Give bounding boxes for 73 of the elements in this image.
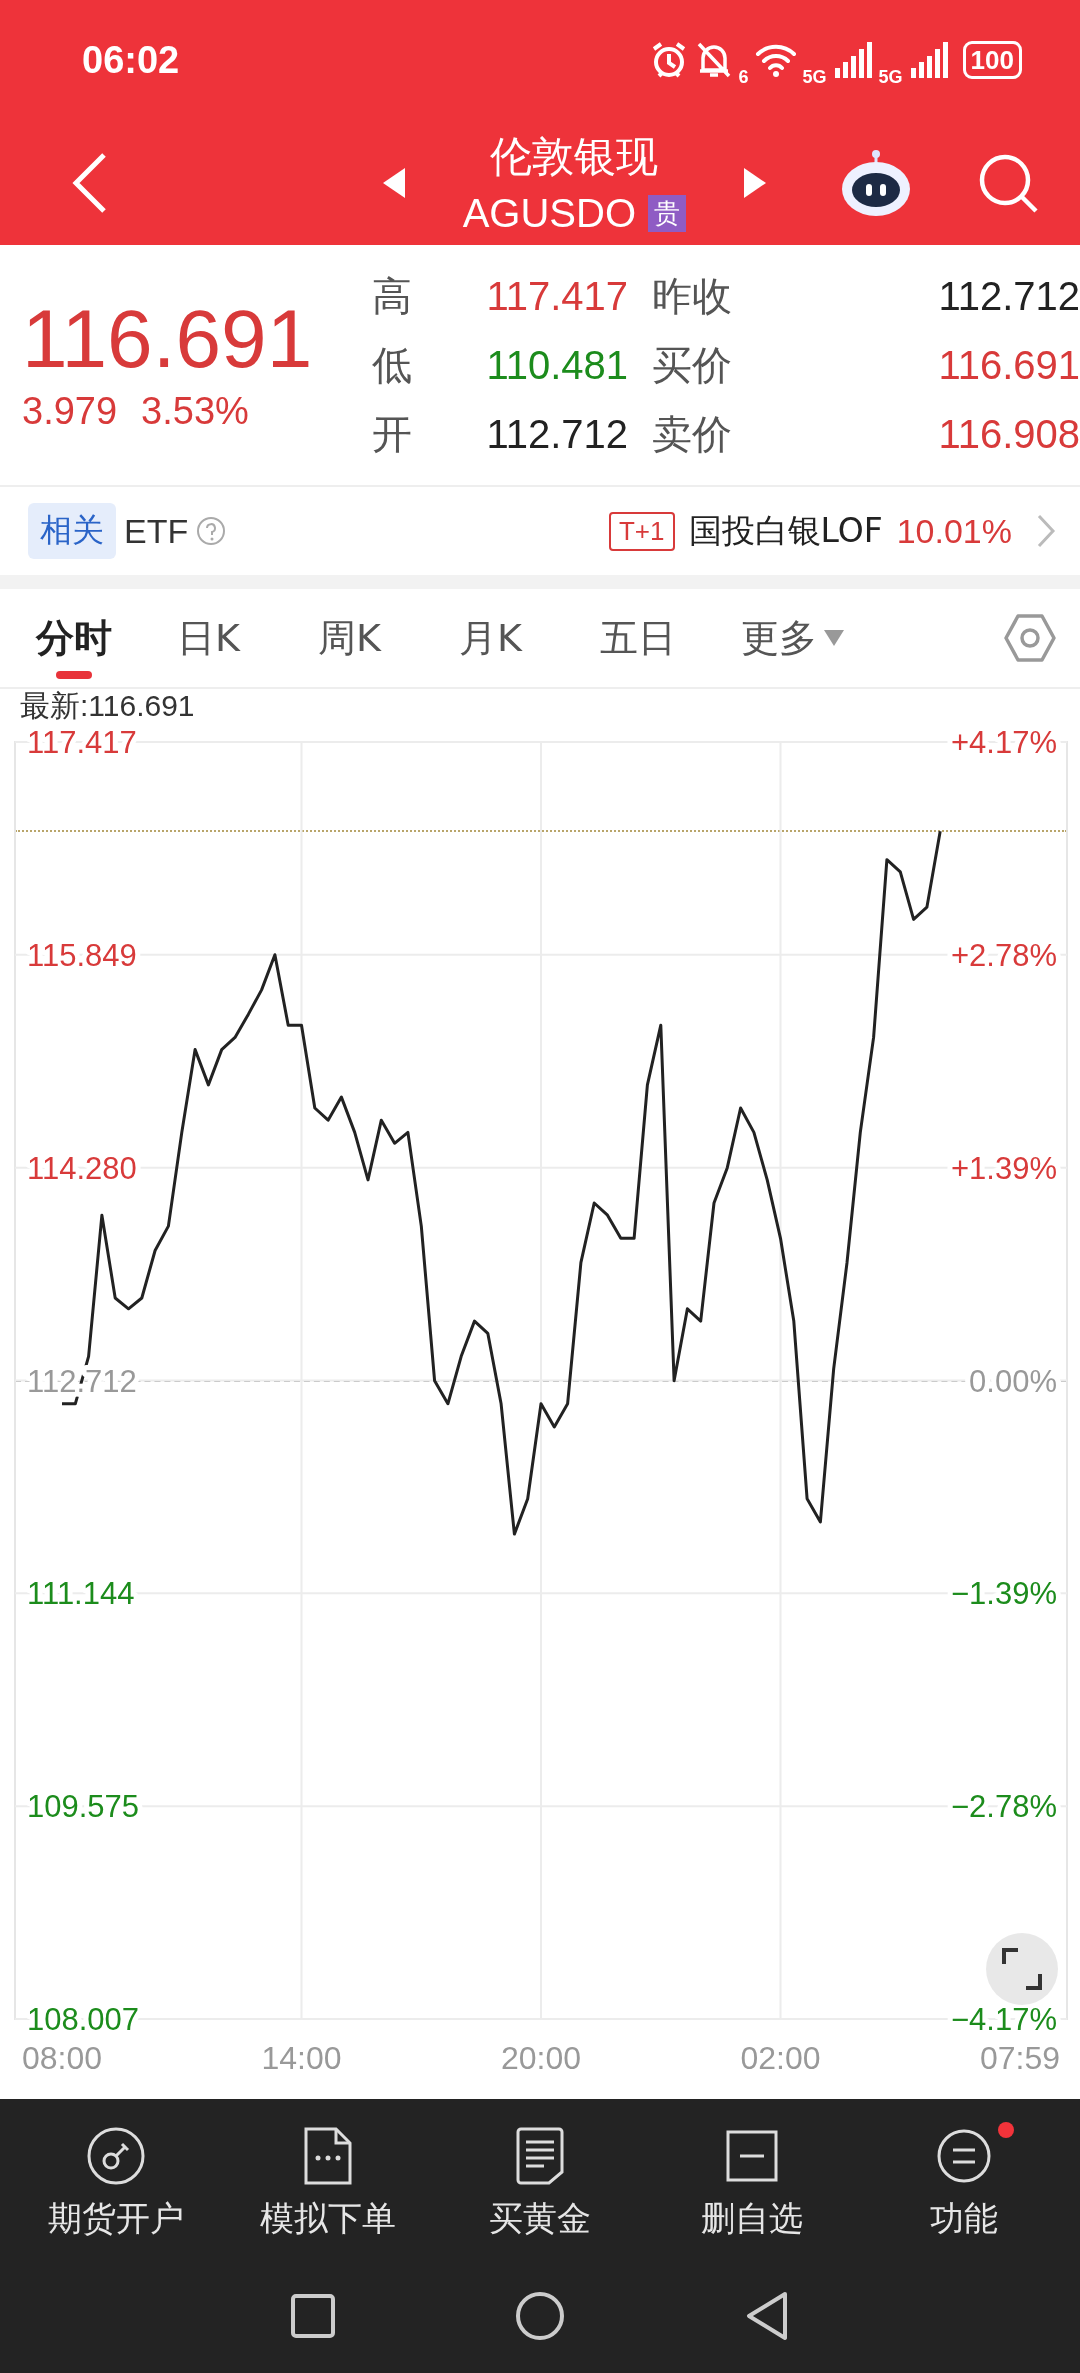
percent-axis-label: 0.00% (969, 1363, 1057, 1399)
price-axis-label: 117.417 (27, 725, 137, 760)
category-tag: 贵 (648, 195, 686, 232)
home-button[interactable] (515, 2291, 565, 2341)
menu-icon (936, 2128, 992, 2184)
network-type-label: 5G (802, 66, 827, 88)
signal-bars-icon (832, 42, 873, 78)
percent-axis-label: −1.39% (951, 1576, 1057, 1612)
stat-label: 高 (372, 271, 413, 321)
percent-axis-label: +1.39% (951, 1150, 1057, 1186)
bottom-nav-item[interactable]: 买黄金 (440, 2126, 640, 2242)
stat-label: 昨收 (652, 271, 733, 321)
period-tab[interactable]: 五日 (600, 589, 741, 687)
etf-label: ETF (124, 511, 189, 551)
stat-value: 110.481 (485, 342, 629, 388)
instrument-code: AGUSDO (462, 191, 636, 236)
back-nav-button[interactable] (745, 2291, 789, 2341)
status-time: 06:02 (82, 38, 180, 82)
period-tab[interactable]: 分时 (36, 589, 177, 687)
time-axis-label: 14:00 (261, 2040, 342, 2076)
bottom-nav-item[interactable]: 功能 (864, 2126, 1064, 2242)
price-axis-label: 115.849 (27, 937, 137, 973)
minus-box-icon (726, 2130, 778, 2182)
signal-bars-icon (908, 42, 949, 78)
battery-indicator: 100 (962, 41, 1022, 79)
network-type-label: 5G (878, 66, 903, 88)
price-axis-label: 114.280 (27, 1150, 137, 1186)
price-axis-label: 109.575 (27, 1789, 140, 1825)
fund-change: 10.01% (896, 511, 1012, 551)
period-tab[interactable]: 月K (459, 589, 600, 687)
time-axis-label: 02:00 (740, 2040, 821, 2076)
price-axis-label: 108.007 (27, 2002, 140, 2037)
document-icon (303, 2126, 353, 2186)
time-axis-label: 08:00 (21, 2040, 103, 2076)
help-icon[interactable] (196, 516, 227, 546)
time-axis-label: 20:00 (500, 2040, 582, 2076)
period-tab[interactable]: 周K (318, 589, 459, 687)
current-price: 116.691 (22, 297, 314, 380)
settings-icon[interactable] (1004, 612, 1056, 664)
instrument-title: 伦敦银现 (490, 131, 659, 183)
stat-label: 开 (372, 409, 413, 459)
stat-value: 117.417 (485, 273, 629, 319)
settlement-tag: T+1 (608, 511, 675, 551)
stat-label: 买价 (652, 340, 733, 390)
fullscreen-button[interactable] (986, 1933, 1058, 2005)
key-icon (86, 2126, 146, 2186)
fund-name[interactable]: 国投白银LOF (688, 508, 883, 554)
bottom-nav-item[interactable]: 删自选 (652, 2126, 852, 2242)
price-change: 3.979 (22, 389, 118, 433)
percent-axis-label: −2.78% (951, 1789, 1057, 1825)
percent-axis-label: +2.78% (951, 937, 1057, 973)
stat-value: 116.908 (937, 411, 1080, 457)
percent-axis-label: −4.17% (951, 2002, 1057, 2037)
period-tab[interactable]: 更多 (741, 589, 882, 687)
latest-price-label: 最新:116.691 (20, 687, 195, 724)
next-button[interactable] (742, 165, 768, 200)
stat-label: 低 (372, 340, 413, 390)
stat-value: 112.712 (485, 411, 629, 457)
price-axis-label: 111.144 (27, 1576, 135, 1612)
stat-label: 卖价 (652, 409, 733, 459)
recents-button[interactable] (291, 2294, 335, 2338)
bottom-nav-item[interactable]: 模拟下单 (228, 2126, 428, 2242)
percent-axis-label: +4.17% (951, 725, 1057, 760)
stat-value: 116.691 (937, 342, 1080, 388)
percent-change: 3.53% (141, 389, 249, 433)
wifi-icon (754, 42, 797, 78)
period-tab[interactable]: 日K (177, 589, 318, 687)
stat-value: 112.712 (937, 273, 1080, 319)
bottom-nav-item[interactable]: 期货开户 (16, 2126, 216, 2242)
related-chip: 相关 (28, 503, 116, 559)
note-icon (515, 2126, 565, 2186)
time-axis-label: 07:59 (979, 2040, 1061, 2076)
wifi-standard-label: 6 (738, 66, 749, 88)
